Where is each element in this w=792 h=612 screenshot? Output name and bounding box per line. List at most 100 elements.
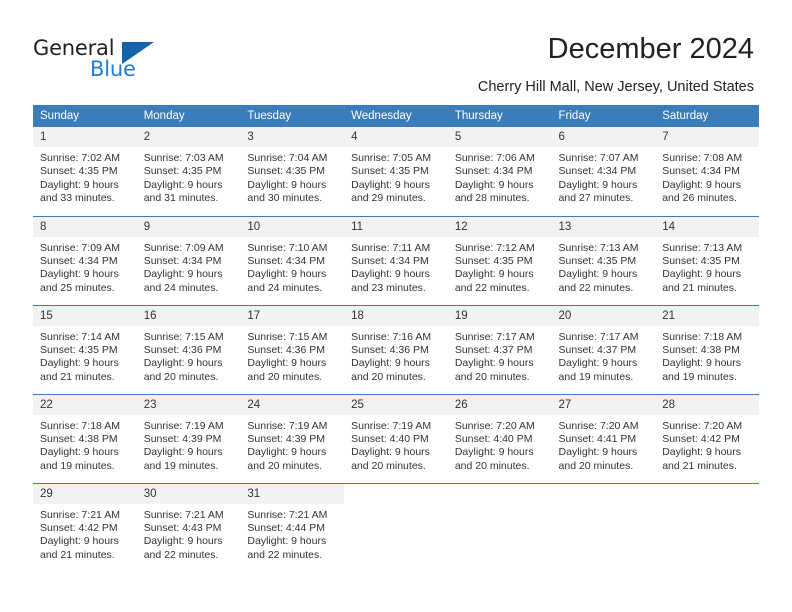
daylight-line: and 21 minutes. <box>40 370 115 383</box>
day-details: Sunrise: 7:11 AM Sunset: 4:34 PM Daylight:… <box>344 237 448 296</box>
calendar-day-cell[interactable]: 15 Sunrise: 7:14 AM Sunset: 4:35 PM Dayligh… <box>33 304 137 394</box>
day-details: Sunrise: 7:15 AM Sunset: 4:36 PM Daylight:… <box>137 326 241 385</box>
day-number: 16 <box>136 305 241 326</box>
daylight-line: and 19 minutes. <box>143 459 219 472</box>
day-number: 26 <box>447 394 552 415</box>
day-number: 19 <box>447 305 552 326</box>
calendar-week-row: 1 Sunrise: 7:02 AM Sunset: 4:35 PM Daylight… <box>33 127 759 216</box>
calendar-day-cell[interactable]: 23 Sunrise: 7:19 AM Sunset: 4:39 PM Dayligh… <box>136 393 241 483</box>
calendar-day-cell[interactable] <box>551 482 656 572</box>
sunrise-line: Sunrise: 7:20 AM <box>662 419 743 432</box>
daylight-line: Daylight: 9 hours <box>143 535 223 548</box>
calendar-day-cell[interactable]: 9 Sunrise: 7:09 AM Sunset: 4:34 PM Daylight… <box>136 215 241 305</box>
sunset-line: Sunset: 4:39 PM <box>143 432 222 445</box>
calendar-day-cell[interactable]: 14 Sunrise: 7:13 AM Sunset: 4:35 PM Dayligh… <box>655 215 759 305</box>
general-blue-logo[interactable]: General Blue <box>33 36 163 84</box>
sunrise-line: Sunrise: 7:17 AM <box>454 330 535 343</box>
sunset-line: Sunset: 4:34 PM <box>143 254 222 267</box>
day-details: Sunrise: 7:05 AM Sunset: 4:35 PM Daylight:… <box>344 147 448 206</box>
daylight-line: and 22 minutes. <box>558 281 634 294</box>
calendar-day-cell[interactable] <box>447 482 552 572</box>
daylight-line: and 22 minutes. <box>143 548 219 561</box>
daylight-line: and 19 minutes. <box>40 459 115 472</box>
calendar-day-cell[interactable]: 1 Sunrise: 7:02 AM Sunset: 4:35 PM Daylight… <box>33 127 137 216</box>
daylight-line: Daylight: 9 hours <box>247 446 327 459</box>
calendar-day-cell[interactable]: 8 Sunrise: 7:09 AM Sunset: 4:34 PM Daylight… <box>33 215 137 305</box>
daylight-line: Daylight: 9 hours <box>247 268 327 281</box>
calendar-day-cell[interactable] <box>344 482 448 572</box>
day-number: 29 <box>33 483 137 504</box>
sunrise-line: Sunrise: 7:02 AM <box>40 152 120 164</box>
sunrise-line: Sunrise: 7:21 AM <box>247 508 328 521</box>
calendar-day-cell[interactable]: 24 Sunrise: 7:19 AM Sunset: 4:39 PM Dayligh… <box>240 393 345 483</box>
calendar-day-cell[interactable] <box>655 482 759 572</box>
weekday-header-wednesday: Wednesday <box>344 105 448 127</box>
calendar-day-cell[interactable]: 11 Sunrise: 7:11 AM Sunset: 4:34 PM Dayligh… <box>344 215 448 305</box>
weekday-header-saturday: Saturday <box>655 105 759 127</box>
calendar-day-cell[interactable]: 20 Sunrise: 7:17 AM Sunset: 4:37 PM Dayligh… <box>551 304 656 394</box>
day-number: 4 <box>344 127 448 147</box>
daylight-line: and 20 minutes. <box>454 370 530 383</box>
day-number: 20 <box>551 305 656 326</box>
daylight-line: Daylight: 9 hours <box>143 446 223 459</box>
weekday-header-tuesday: Tuesday <box>240 105 345 127</box>
sunset-line: Sunset: 4:35 PM <box>40 165 118 178</box>
daylight-line: and 22 minutes. <box>247 548 323 561</box>
calendar-day-cell[interactable]: 29 Sunrise: 7:21 AM Sunset: 4:42 PM Dayligh… <box>33 482 137 572</box>
sunset-line: Sunset: 4:36 PM <box>143 343 222 356</box>
calendar-day-cell[interactable]: 17 Sunrise: 7:15 AM Sunset: 4:36 PM Dayligh… <box>240 304 345 394</box>
day-number: 15 <box>33 305 137 326</box>
daylight-line: Daylight: 9 hours <box>143 357 223 370</box>
daylight-line: Daylight: 9 hours <box>40 357 119 370</box>
daylight-line: and 20 minutes. <box>558 459 634 472</box>
day-number: 6 <box>551 127 656 147</box>
calendar-week-row: 29 Sunrise: 7:21 AM Sunset: 4:42 PM Dayligh… <box>33 482 759 572</box>
calendar-day-cell[interactable]: 28 Sunrise: 7:20 AM Sunset: 4:42 PM Dayligh… <box>655 393 759 483</box>
calendar-day-cell[interactable]: 5 Sunrise: 7:06 AM Sunset: 4:34 PM Daylight… <box>447 127 552 216</box>
daylight-line: Daylight: 9 hours <box>247 178 327 191</box>
calendar-day-cell[interactable]: 19 Sunrise: 7:17 AM Sunset: 4:37 PM Dayligh… <box>447 304 552 394</box>
calendar-day-cell[interactable]: 12 Sunrise: 7:12 AM Sunset: 4:35 PM Dayligh… <box>447 215 552 305</box>
daylight-line: Daylight: 9 hours <box>351 178 430 191</box>
daylight-line: and 24 minutes. <box>143 281 219 294</box>
calendar-day-cell[interactable]: 30 Sunrise: 7:21 AM Sunset: 4:43 PM Dayligh… <box>136 482 241 572</box>
sunrise-line: Sunrise: 7:20 AM <box>558 419 639 432</box>
daylight-line: Daylight: 9 hours <box>40 178 119 191</box>
sunrise-line: Sunrise: 7:19 AM <box>143 419 224 432</box>
calendar-day-cell[interactable]: 31 Sunrise: 7:21 AM Sunset: 4:44 PM Dayligh… <box>240 482 345 572</box>
day-details: Sunrise: 7:20 AM Sunset: 4:41 PM Daylight:… <box>552 415 656 474</box>
calendar-day-cell[interactable]: 18 Sunrise: 7:16 AM Sunset: 4:36 PM Dayligh… <box>344 304 448 394</box>
sunrise-line: Sunrise: 7:11 AM <box>351 241 431 254</box>
day-details: Sunrise: 7:20 AM Sunset: 4:40 PM Daylight:… <box>448 415 552 474</box>
calendar-day-cell[interactable]: 7 Sunrise: 7:08 AM Sunset: 4:34 PM Daylight… <box>655 127 759 216</box>
calendar-day-cell[interactable]: 16 Sunrise: 7:15 AM Sunset: 4:36 PM Dayligh… <box>136 304 241 394</box>
calendar-day-cell[interactable]: 6 Sunrise: 7:07 AM Sunset: 4:34 PM Daylight… <box>551 127 656 216</box>
day-details: Sunrise: 7:19 AM Sunset: 4:39 PM Daylight:… <box>137 415 241 474</box>
day-number: 25 <box>344 394 448 415</box>
sunrise-line: Sunrise: 7:09 AM <box>40 241 120 254</box>
calendar-day-cell[interactable]: 4 Sunrise: 7:05 AM Sunset: 4:35 PM Daylight… <box>344 127 448 216</box>
daylight-line: and 21 minutes. <box>662 459 737 472</box>
sunset-line: Sunset: 4:38 PM <box>40 432 118 445</box>
calendar-day-cell[interactable]: 2 Sunrise: 7:03 AM Sunset: 4:35 PM Daylight… <box>136 127 241 216</box>
calendar-day-cell[interactable]: 22 Sunrise: 7:18 AM Sunset: 4:38 PM Dayligh… <box>33 393 137 483</box>
daylight-line: Daylight: 9 hours <box>662 446 742 459</box>
calendar-day-cell[interactable]: 21 Sunrise: 7:18 AM Sunset: 4:38 PM Dayligh… <box>655 304 759 394</box>
daylight-line: Daylight: 9 hours <box>454 357 534 370</box>
sunset-line: Sunset: 4:35 PM <box>351 165 429 178</box>
calendar-day-cell[interactable]: 10 Sunrise: 7:10 AM Sunset: 4:34 PM Dayligh… <box>240 215 345 305</box>
sunrise-line: Sunrise: 7:15 AM <box>247 330 328 343</box>
sunset-line: Sunset: 4:35 PM <box>662 254 740 267</box>
daylight-line: Daylight: 9 hours <box>247 535 327 548</box>
day-number: 24 <box>240 394 345 415</box>
calendar-day-cell[interactable]: 26 Sunrise: 7:20 AM Sunset: 4:40 PM Dayligh… <box>447 393 552 483</box>
daylight-line: Daylight: 9 hours <box>40 446 119 459</box>
calendar-day-cell[interactable]: 25 Sunrise: 7:19 AM Sunset: 4:40 PM Dayligh… <box>344 393 448 483</box>
calendar-day-cell[interactable]: 27 Sunrise: 7:20 AM Sunset: 4:41 PM Dayligh… <box>551 393 656 483</box>
page-title: December 2024 <box>547 33 754 65</box>
calendar-day-cell[interactable]: 13 Sunrise: 7:13 AM Sunset: 4:35 PM Dayligh… <box>551 215 656 305</box>
sunset-line: Sunset: 4:42 PM <box>662 432 740 445</box>
calendar-day-cell[interactable]: 3 Sunrise: 7:04 AM Sunset: 4:35 PM Daylight… <box>240 127 345 216</box>
sunset-line: Sunset: 4:36 PM <box>247 343 326 356</box>
sunrise-line: Sunrise: 7:19 AM <box>247 419 328 432</box>
